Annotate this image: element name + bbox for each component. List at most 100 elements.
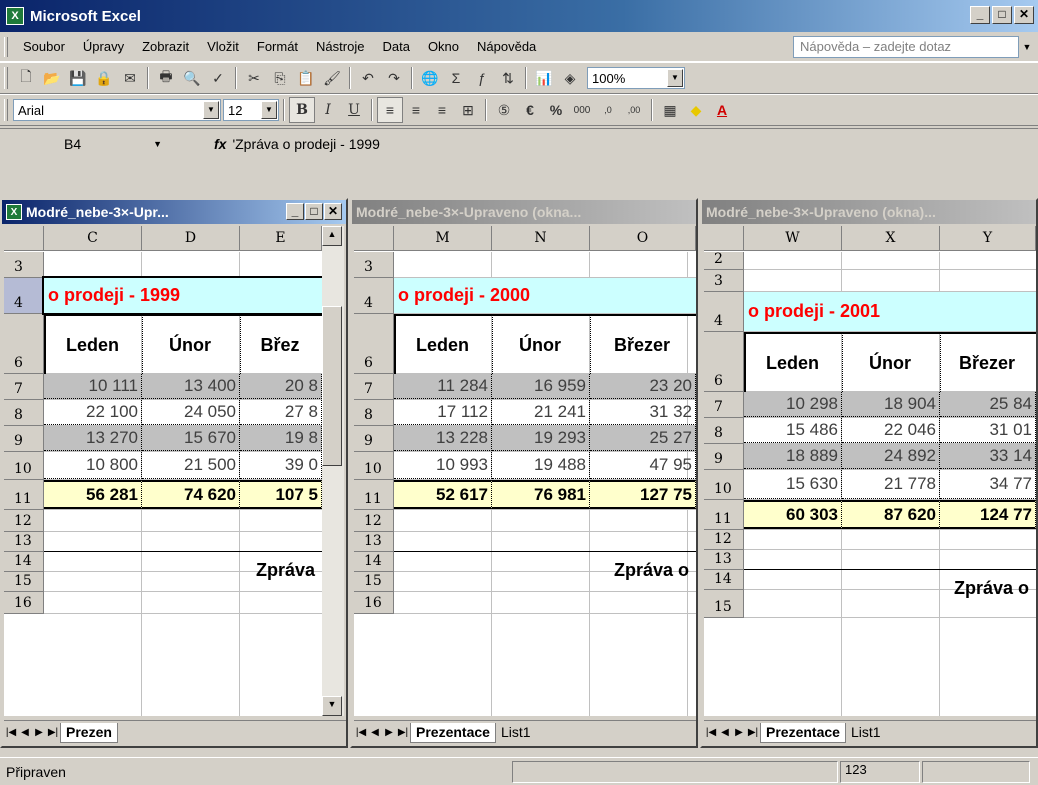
- next-sheet-icon[interactable]: ▶: [382, 727, 396, 738]
- data-cell[interactable]: 20 8: [240, 374, 322, 399]
- row-header[interactable]: 9: [4, 426, 44, 452]
- window-titlebar[interactable]: X Modré_nebe-3×-Upr... _ □ ✕: [2, 200, 346, 224]
- vertical-scrollbar[interactable]: ▲ ▼: [322, 226, 344, 716]
- data-cell[interactable]: 27 8: [240, 400, 322, 425]
- menu-soubor[interactable]: Soubor: [14, 39, 74, 54]
- total-cell[interactable]: 74 620: [142, 480, 240, 509]
- total-cell[interactable]: 56 281: [44, 480, 142, 509]
- chevron-down-icon[interactable]: ▼: [261, 101, 277, 119]
- column-header[interactable]: Y: [940, 226, 1036, 251]
- data-cell[interactable]: 22 100: [44, 400, 142, 425]
- data-cell[interactable]: 10 111: [44, 374, 142, 399]
- zoom-combo[interactable]: 100% ▼: [587, 67, 685, 89]
- row-header[interactable]: 11: [4, 480, 44, 510]
- font-combo[interactable]: Arial ▼: [13, 99, 221, 121]
- data-cell[interactable]: 10 800: [44, 452, 142, 479]
- menu-napoveda[interactable]: Nápověda: [468, 39, 545, 54]
- footer-title-cell[interactable]: Zpráva: [124, 550, 318, 590]
- data-cell[interactable]: 19 488: [492, 452, 590, 479]
- select-all-corner[interactable]: [354, 226, 394, 251]
- month-header-cell[interactable]: Břez: [240, 314, 322, 374]
- autosum-icon[interactable]: Σ: [443, 65, 469, 91]
- sheet-tab[interactable]: Prezentace: [760, 722, 846, 743]
- undo-icon[interactable]: ↶: [355, 65, 381, 91]
- total-cell[interactable]: 127 75: [590, 480, 696, 509]
- row-header[interactable]: 3: [354, 252, 394, 278]
- data-cell[interactable]: 34 77: [940, 470, 1036, 499]
- data-cell[interactable]: 19 8: [240, 426, 322, 451]
- spelling-icon[interactable]: ✓: [205, 65, 231, 91]
- row-header[interactable]: 14: [4, 552, 44, 572]
- row-header[interactable]: 16: [354, 592, 394, 614]
- data-cell[interactable]: 10 993: [394, 452, 492, 479]
- align-center-icon[interactable]: ≡: [403, 97, 429, 123]
- row-header[interactable]: 12: [704, 530, 744, 550]
- copy-icon[interactable]: ⎘: [267, 65, 293, 91]
- row-header[interactable]: 8: [704, 418, 744, 444]
- column-header[interactable]: N: [492, 226, 590, 251]
- sheet-grid[interactable]: M N O 3 4 6 7 8 9 10 11 12 13 14 15 16 o prodeji - 2000 L…: [354, 226, 696, 716]
- row-header[interactable]: 8: [4, 400, 44, 426]
- close-button[interactable]: ✕: [1014, 6, 1034, 24]
- data-cell[interactable]: 47 95: [590, 452, 696, 479]
- column-header[interactable]: M: [394, 226, 492, 251]
- window-close-button[interactable]: ✕: [324, 203, 342, 220]
- formula-input[interactable]: 'Zpráva o prodeji - 1999: [232, 136, 379, 152]
- window-maximize-button[interactable]: □: [305, 203, 323, 220]
- total-cell[interactable]: 76 981: [492, 480, 590, 509]
- menu-okno[interactable]: Okno: [419, 39, 468, 54]
- data-cell[interactable]: 18 889: [744, 444, 842, 469]
- sheet-tab[interactable]: Prezen: [60, 722, 118, 743]
- data-cell[interactable]: 13 228: [394, 426, 492, 451]
- chevron-down-icon[interactable]: ▼: [203, 101, 219, 119]
- data-cell[interactable]: 21 778: [842, 470, 940, 499]
- next-sheet-icon[interactable]: ▶: [732, 727, 746, 738]
- data-cell[interactable]: 18 904: [842, 392, 940, 417]
- help-dropdown-icon[interactable]: ▼: [1020, 37, 1034, 57]
- month-header-cell[interactable]: Únor: [842, 332, 940, 392]
- total-cell[interactable]: 107 5: [240, 480, 322, 509]
- permission-icon[interactable]: 🔒: [91, 65, 117, 91]
- row-header[interactable]: 6: [354, 314, 394, 374]
- row-header[interactable]: 16: [4, 592, 44, 614]
- menu-zobrazit[interactable]: Zobrazit: [133, 39, 198, 54]
- data-cell[interactable]: 25 27: [590, 426, 696, 451]
- workbook-window-1[interactable]: X Modré_nebe-3×-Upr... _ □ ✕ C D E 3 4 6 7 8 9 10 11 12 1…: [0, 198, 348, 748]
- month-header-cell[interactable]: Leden: [744, 332, 842, 392]
- workbook-window-2[interactable]: Modré_nebe-3×-Upraveno (okna... M N O 3 4 6 7 8 9…: [350, 198, 698, 748]
- row-header[interactable]: 12: [354, 510, 394, 532]
- euro-currency-icon[interactable]: ⑤: [491, 97, 517, 123]
- data-cell[interactable]: 33 14: [940, 444, 1036, 469]
- minimize-button[interactable]: _: [970, 6, 990, 24]
- report-heading[interactable]: o prodeji - 2000: [394, 278, 696, 313]
- data-cell[interactable]: 16 959: [492, 374, 590, 399]
- sheet-grid[interactable]: W X Y 2 3 4 6 7 8 9 10 11 12 13 14 15 o prodeji - 2001 Le…: [704, 226, 1036, 716]
- data-cell[interactable]: 24 892: [842, 444, 940, 469]
- prev-sheet-icon[interactable]: ◀: [718, 727, 732, 738]
- window-titlebar[interactable]: Modré_nebe-3×-Upraveno (okna...: [352, 200, 696, 224]
- data-cell[interactable]: 24 050: [142, 400, 240, 425]
- percent-button[interactable]: %: [543, 97, 569, 123]
- font-color-icon[interactable]: A: [709, 97, 735, 123]
- footer-title-cell[interactable]: Zpráva o: [474, 550, 692, 590]
- prev-sheet-icon[interactable]: ◀: [368, 727, 382, 738]
- row-header[interactable]: 9: [354, 426, 394, 452]
- data-cell[interactable]: 15 630: [744, 470, 842, 499]
- row-header[interactable]: 8: [354, 400, 394, 426]
- row-header[interactable]: 12: [4, 510, 44, 532]
- row-header[interactable]: 3: [704, 270, 744, 292]
- report-heading[interactable]: o prodeji - 2001: [744, 292, 1036, 331]
- email-icon[interactable]: ✉: [117, 65, 143, 91]
- italic-button[interactable]: I: [315, 97, 341, 123]
- column-header[interactable]: W: [744, 226, 842, 251]
- row-header[interactable]: 15: [4, 572, 44, 592]
- row-header[interactable]: 2: [704, 251, 744, 270]
- menu-vlozit[interactable]: Vložit: [198, 39, 248, 54]
- data-cell[interactable]: 22 046: [842, 418, 940, 443]
- window-minimize-button[interactable]: _: [286, 203, 304, 220]
- decrease-decimal-icon[interactable]: ,00: [621, 97, 647, 123]
- data-cell[interactable]: 15 670: [142, 426, 240, 451]
- sort-icon[interactable]: ⇅: [495, 65, 521, 91]
- menu-upravy[interactable]: Úpravy: [74, 39, 133, 54]
- month-header-cell[interactable]: Únor: [142, 314, 240, 374]
